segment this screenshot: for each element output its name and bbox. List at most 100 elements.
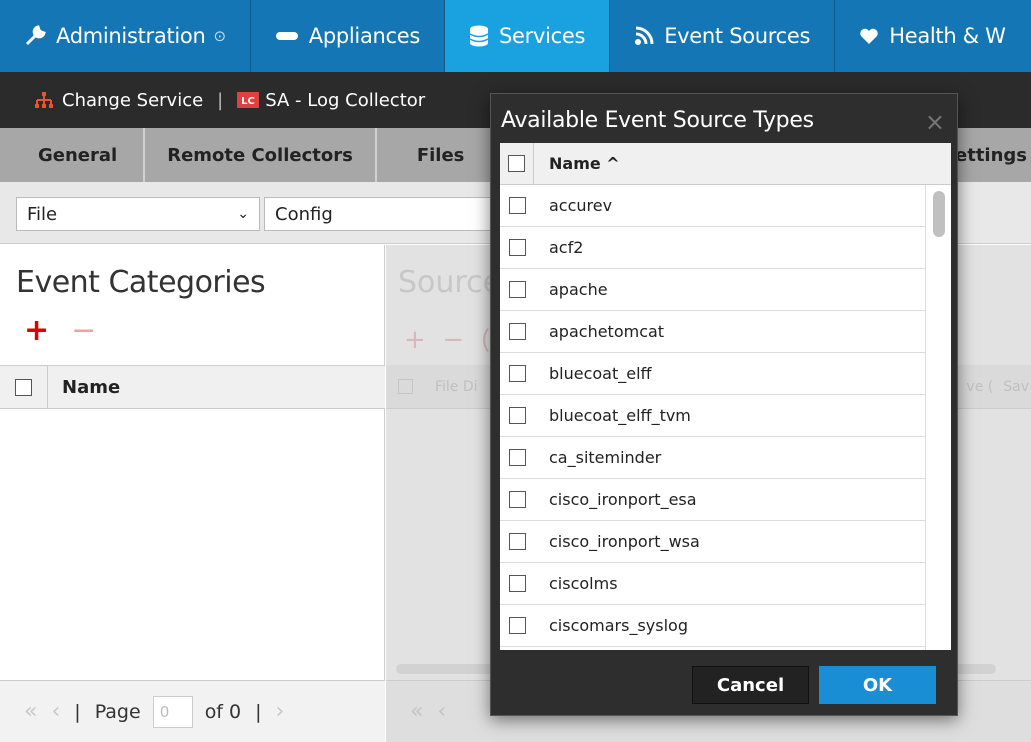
select-all-checkbox[interactable] [508, 155, 525, 172]
row-checkbox-cell [500, 533, 534, 550]
tab-settings[interactable]: ettings [951, 128, 1031, 182]
select-all-cell [0, 365, 48, 409]
heart-icon [859, 27, 879, 45]
tab-appliances[interactable]: Appliances [251, 0, 446, 72]
close-icon[interactable]: × [925, 108, 945, 136]
next-page-icon[interactable]: › [276, 699, 285, 724]
event-categories-panel: Event Categories + − Name « ‹ | Page 0 o… [0, 245, 385, 742]
tab-files[interactable]: Files [376, 128, 507, 182]
config-select-value: Config [275, 203, 333, 225]
chevron-down-icon: ⌄ [237, 206, 249, 222]
sources-actions: + − ( [404, 325, 491, 355]
event-source-type-name: ca_siteminder [549, 448, 662, 467]
table-header: Name [0, 365, 385, 409]
table-row[interactable]: cisco_ironport_esa [500, 479, 925, 521]
event-source-type-name: accurev [549, 196, 613, 215]
of-pages-label: of 0 [204, 700, 242, 723]
row-checkbox[interactable] [508, 449, 526, 466]
tab-appliances-label: Appliances [308, 24, 421, 48]
row-checkbox-cell [500, 365, 534, 382]
table-row[interactable]: bluecoat_elff_tvm [500, 395, 925, 437]
chevron-down-icon: ⊙ [213, 27, 226, 45]
remove-icon[interactable]: − [71, 316, 96, 346]
column-name[interactable]: Name [62, 377, 120, 398]
tab-general[interactable]: General [0, 128, 146, 182]
row-checkbox[interactable] [508, 281, 526, 298]
table-row[interactable]: apachetomcat [500, 311, 925, 353]
table-header: Name ^ [500, 143, 951, 185]
select-all-cell [500, 143, 534, 185]
pagination: « ‹ | Page 0 of 0 | › [0, 680, 385, 742]
row-checkbox[interactable] [508, 575, 526, 592]
file-select-value: File [27, 203, 58, 225]
change-service-button[interactable]: Change Service [34, 90, 203, 111]
svg-text:LC: LC [241, 96, 255, 107]
event-source-type-name: apache [549, 280, 608, 299]
table-body: accurev acf2 apache apachetomcat bluecoat_el… [500, 185, 951, 647]
config-select[interactable]: Config [264, 197, 504, 231]
event-source-type-name: cisco_ironport_esa [549, 490, 697, 509]
sources-title: Source [398, 265, 502, 300]
table-row[interactable]: ciscomars_syslog [500, 605, 925, 647]
tab-administration-label: Administration [56, 24, 206, 48]
row-checkbox-cell [500, 197, 534, 214]
table-row[interactable]: apache [500, 269, 925, 311]
file-select[interactable]: File ⌄ [16, 197, 260, 231]
sources-col-save1: ve ( [966, 378, 994, 395]
vertical-scrollbar[interactable] [925, 185, 951, 650]
event-source-type-name: bluecoat_elff_tvm [549, 406, 691, 425]
table-row[interactable]: acf2 [500, 227, 925, 269]
pager-separator: | [255, 700, 262, 723]
tab-health-wellness[interactable]: Health & W [835, 0, 1029, 72]
row-checkbox-cell [500, 491, 534, 508]
tab-event-sources[interactable]: Event Sources [610, 0, 836, 72]
log-collector-icon: LC [237, 92, 260, 108]
row-checkbox[interactable] [508, 617, 526, 634]
event-source-type-name: bluecoat_elff [549, 364, 652, 383]
row-checkbox[interactable] [508, 533, 526, 550]
change-service-label: Change Service [62, 89, 204, 111]
tab-services[interactable]: Services [445, 0, 611, 72]
appliance-icon [275, 29, 299, 43]
first-page-icon[interactable]: « [24, 699, 37, 724]
table-row[interactable]: cisco_ironport_wsa [500, 521, 925, 563]
wrench-icon [24, 25, 46, 47]
tab-remote-collectors[interactable]: Remote Collectors [145, 128, 377, 182]
service-name-label: SA - Log Collector [265, 89, 426, 111]
event-source-types-table: Name ^ accurev acf2 apache apachetomcat blue… [500, 143, 951, 650]
table-row[interactable]: ciscolms [500, 563, 925, 605]
row-checkbox[interactable] [508, 197, 526, 214]
row-checkbox[interactable] [508, 407, 526, 424]
row-checkbox[interactable] [508, 365, 526, 382]
row-checkbox-cell [500, 407, 534, 424]
table-row[interactable]: bluecoat_elff [500, 353, 925, 395]
pager-separator: | [74, 700, 81, 723]
rss-icon [634, 26, 654, 46]
event-source-types-dialog: Available Event Source Types × Name ^ ac… [490, 93, 958, 716]
select-all-checkbox[interactable] [15, 378, 32, 396]
tab-services-label: Services [499, 24, 586, 48]
column-name-sort[interactable]: Name ^ [549, 154, 620, 173]
cancel-button[interactable]: Cancel [692, 666, 809, 704]
row-checkbox[interactable] [508, 491, 526, 508]
row-checkbox-cell [500, 575, 534, 592]
page-input[interactable]: 0 [152, 695, 193, 728]
row-checkbox[interactable] [508, 323, 526, 340]
tab-administration[interactable]: Administration ⊙ [0, 0, 251, 72]
row-checkbox-cell [500, 281, 534, 298]
row-checkbox-cell [500, 239, 534, 256]
ok-button[interactable]: OK [819, 666, 936, 704]
add-icon[interactable]: + [24, 316, 49, 346]
top-navigation: Administration ⊙ Appliances Services Eve… [0, 0, 1031, 72]
table-row[interactable]: accurev [500, 185, 925, 227]
event-source-type-name: apachetomcat [549, 322, 665, 341]
event-source-type-name: acf2 [549, 238, 584, 257]
sources-col-save2: Sav [1003, 378, 1029, 395]
row-checkbox[interactable] [508, 239, 526, 256]
table-row[interactable]: ca_siteminder [500, 437, 925, 479]
prev-page-icon[interactable]: ‹ [51, 699, 60, 724]
tab-event-sources-label: Event Sources [664, 24, 811, 48]
sources-col-file: File Di [435, 378, 478, 395]
service-name[interactable]: LC SA - Log Collector [237, 90, 425, 111]
scrollbar-thumb[interactable] [933, 191, 945, 237]
